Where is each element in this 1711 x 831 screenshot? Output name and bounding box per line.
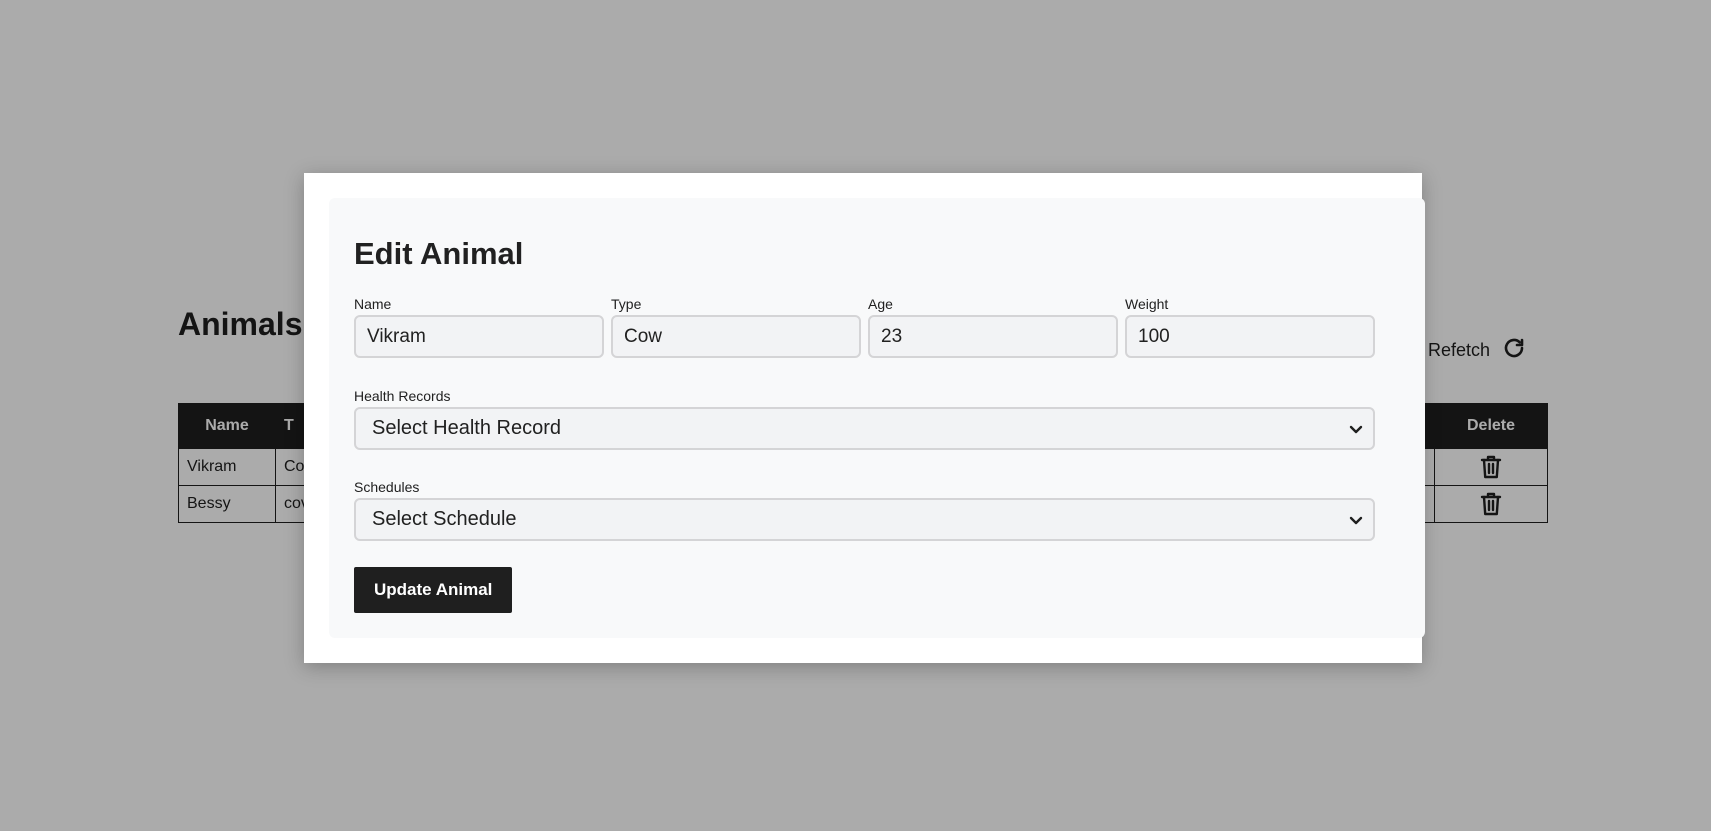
type-label: Type: [611, 296, 642, 312]
schedules-value: Select Schedule: [372, 508, 517, 530]
edit-animal-form: Edit Animal Name Type Age Weight Health …: [329, 198, 1425, 638]
health-records-value: Select Health Record: [372, 417, 561, 439]
edit-animal-modal: Edit Animal Name Type Age Weight Health …: [304, 173, 1425, 663]
weight-label: Weight: [1125, 296, 1169, 312]
chevron-down-icon: [1349, 422, 1363, 436]
schedules-label: Schedules: [354, 479, 420, 495]
name-label: Name: [354, 296, 392, 312]
name-field-group: Name: [354, 296, 604, 358]
chevron-down-icon: [1349, 513, 1363, 527]
weight-field-group: Weight: [1125, 296, 1375, 358]
modal-title: Edit Animal: [354, 236, 524, 271]
age-input[interactable]: [868, 315, 1118, 358]
schedules-select[interactable]: Select Schedule: [354, 498, 1375, 541]
health-records-label: Health Records: [354, 388, 451, 404]
name-input[interactable]: [354, 315, 604, 358]
weight-input[interactable]: [1125, 315, 1375, 358]
health-records-group: Health Records Select Health Record: [354, 388, 1375, 450]
health-records-select[interactable]: Select Health Record: [354, 407, 1375, 450]
age-label: Age: [868, 296, 893, 312]
animal-fields-row: Name Type Age Weight: [354, 296, 1375, 358]
age-field-group: Age: [868, 296, 1118, 358]
type-input[interactable]: [611, 315, 861, 358]
schedules-group: Schedules Select Schedule: [354, 479, 1375, 541]
type-field-group: Type: [611, 296, 861, 358]
update-animal-button[interactable]: Update Animal: [354, 567, 513, 613]
